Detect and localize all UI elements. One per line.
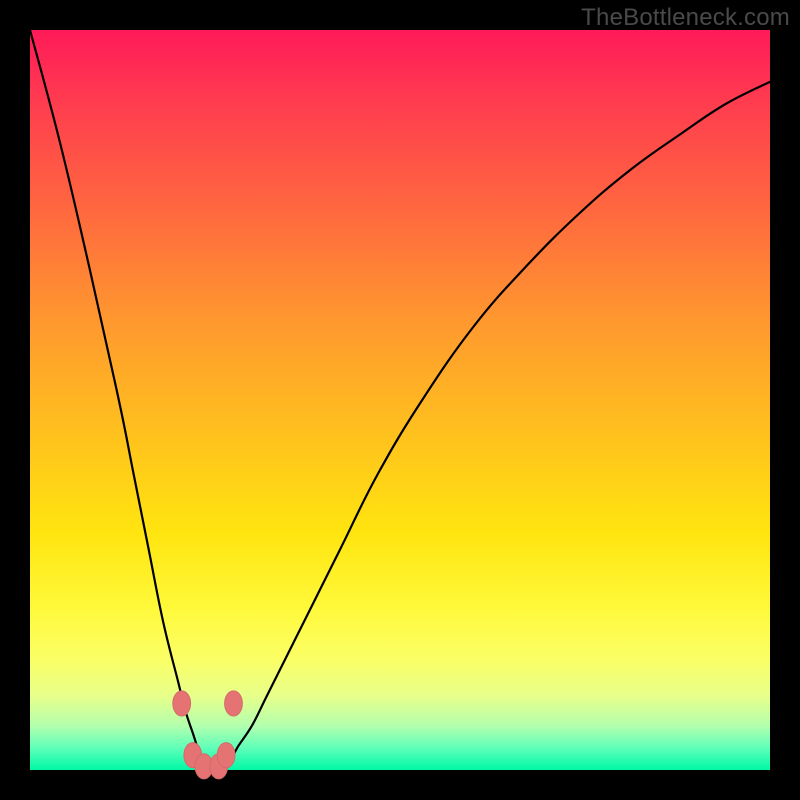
curve-markers bbox=[173, 691, 243, 779]
curve-svg bbox=[30, 30, 770, 770]
curve-marker-5 bbox=[217, 743, 235, 768]
chart-frame: TheBottleneck.com bbox=[0, 0, 800, 800]
curve-marker-0 bbox=[173, 691, 191, 716]
plot-area bbox=[30, 30, 770, 770]
bottleneck-curve bbox=[30, 30, 770, 771]
watermark-text: TheBottleneck.com bbox=[581, 4, 790, 32]
curve-marker-1 bbox=[225, 691, 243, 716]
